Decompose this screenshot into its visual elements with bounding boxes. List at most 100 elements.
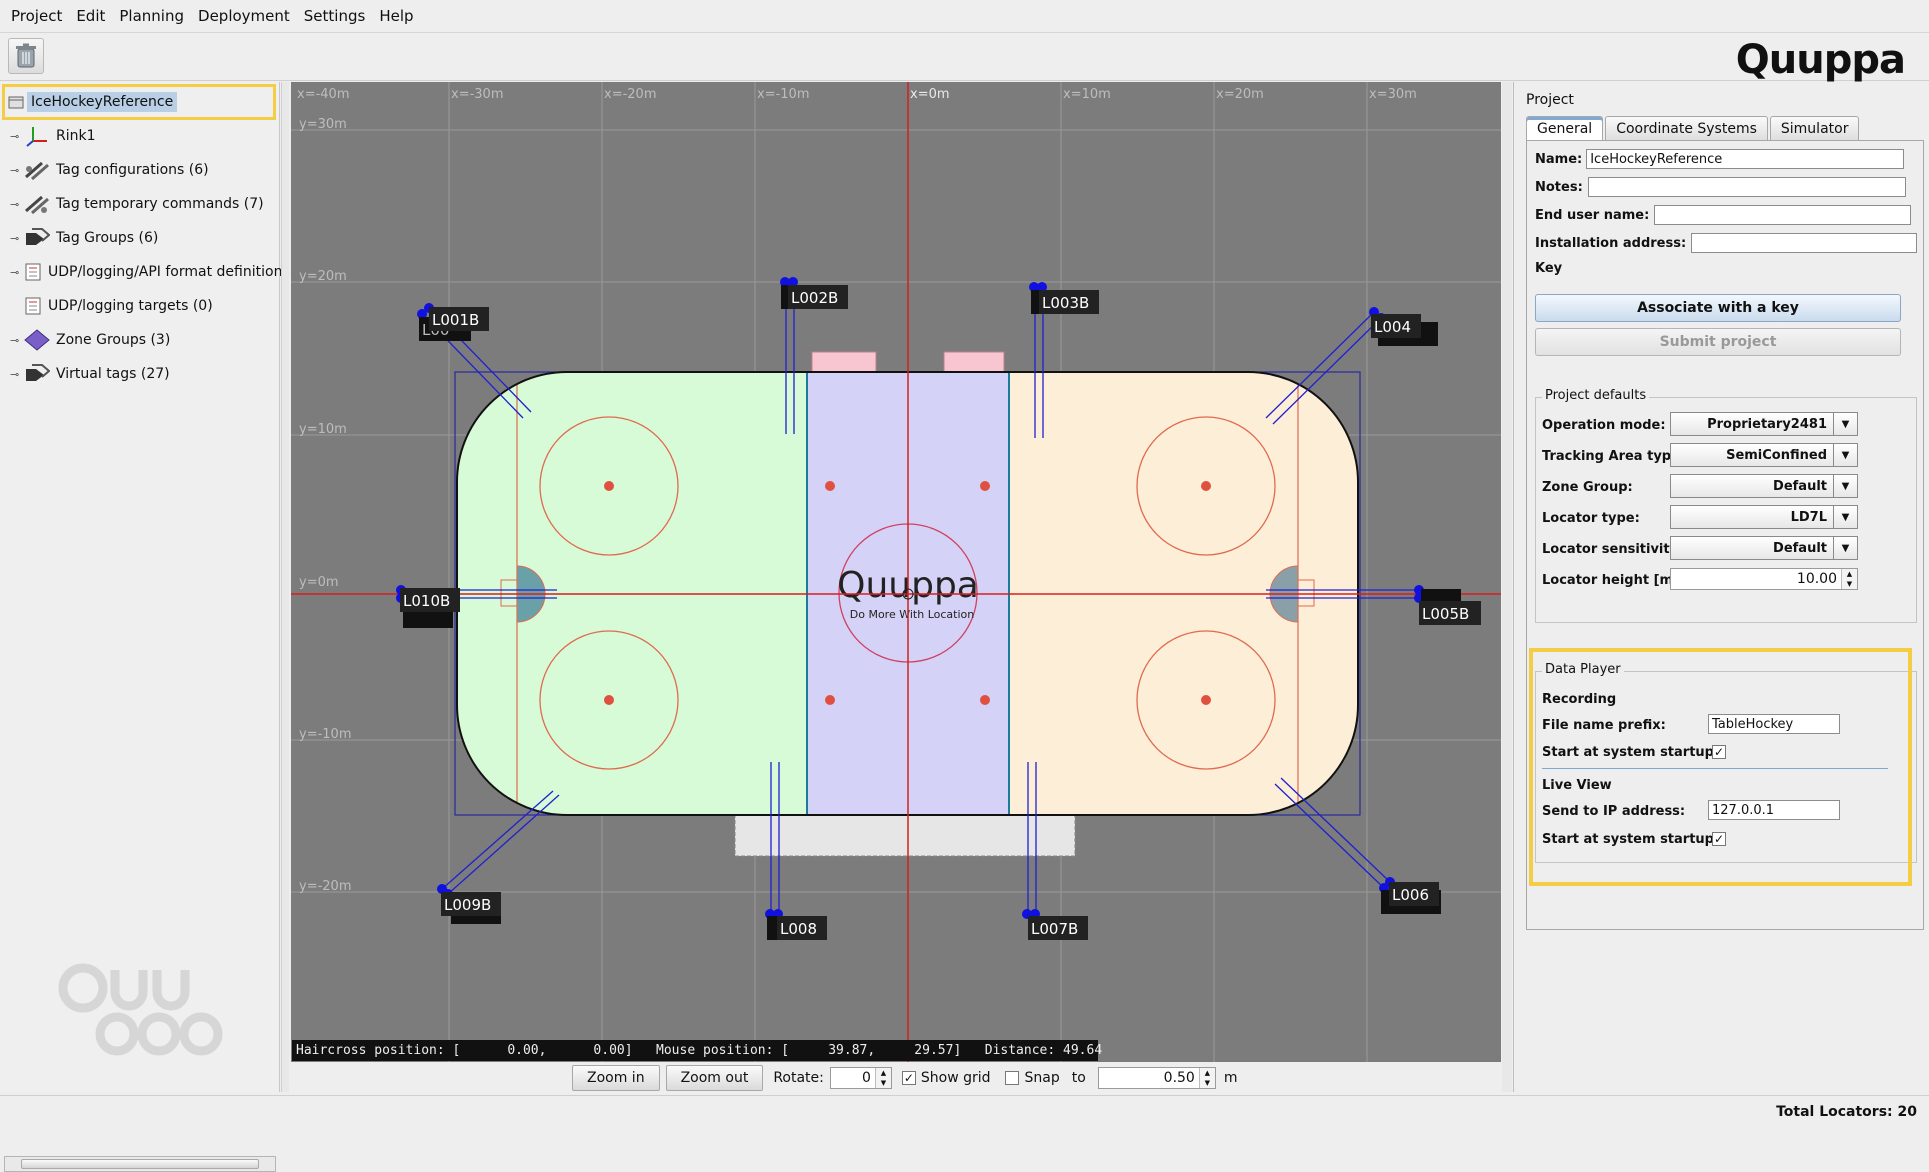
chevron-down-icon[interactable]: ▼	[1833, 444, 1857, 466]
zone-group-label: Zone Group:	[1542, 480, 1633, 495]
tree-item-label: Zone Groups (3)	[56, 332, 171, 348]
tree-item-tag-configurations[interactable]: ⊸ Tag configurations (6)	[10, 156, 209, 184]
tree-expand-icon[interactable]: ⊸	[10, 368, 24, 381]
tree-item-logging-targets[interactable]: UDP/logging targets (0)	[24, 292, 213, 320]
tab-coordinate-systems[interactable]: Coordinate Systems	[1605, 116, 1768, 140]
tree-item-tag-temporary-commands[interactable]: ⊸ Tag temporary commands (7)	[10, 190, 264, 218]
tree-item-tag-groups[interactable]: ⊸ Tag Groups (6)	[10, 224, 158, 252]
snap-checkbox[interactable]	[1004, 1071, 1019, 1085]
tree-item-label: Tag configurations (6)	[56, 162, 209, 178]
rink-map[interactable]: x=-40m x=-30m x=-20m x=-10m x=0m x=10m x…	[291, 82, 1501, 1062]
y-tick: y=-10m	[299, 727, 351, 742]
tree-root-label: IceHockeyReference	[27, 92, 178, 112]
notes-label: Notes:	[1535, 179, 1583, 195]
name-label: Name:	[1535, 151, 1583, 167]
tree-item-rink[interactable]: ⊸ Rink1	[10, 122, 96, 150]
right-splitter[interactable]	[1502, 82, 1512, 1092]
zone-group-select[interactable]: Default ▼	[1670, 474, 1858, 498]
locator-label[interactable]: L003B	[1042, 294, 1089, 312]
tree-item-label: Tag Groups (6)	[56, 230, 159, 246]
spinner-arrows-icon[interactable]: ▲ ▼	[874, 1068, 891, 1088]
tracking-area-label: Tracking Area type:	[1542, 449, 1686, 464]
left-splitter[interactable]	[281, 82, 289, 1092]
operation-mode-select[interactable]: Proprietary2481 ▼	[1670, 412, 1858, 436]
locator-sensitivity-select[interactable]: Default ▼	[1670, 536, 1858, 560]
locator-label[interactable]: L002B	[791, 289, 838, 307]
x-tick: x=30m	[1369, 87, 1417, 102]
scrollbar-thumb[interactable]	[21, 1159, 259, 1169]
y-tick: y=0m	[299, 575, 339, 590]
locator-type-select[interactable]: LD7L ▼	[1670, 505, 1858, 529]
tree-expand-icon[interactable]: ⊸	[10, 130, 24, 143]
x-tick: x=10m	[1063, 87, 1111, 102]
property-tabs: General Coordinate Systems Simulator	[1526, 116, 1861, 140]
menu-bar: Project Edit Planning Deployment Setting…	[0, 0, 1929, 33]
tree-expand-icon[interactable]: ⊸	[10, 334, 24, 347]
submit-project-button[interactable]: Submit project	[1535, 328, 1901, 356]
planning-canvas[interactable]: x=-40m x=-30m x=-20m x=-10m x=0m x=10m x…	[291, 82, 1501, 1062]
tree-expand-icon[interactable]: ⊸	[10, 266, 24, 279]
chevron-down-icon[interactable]: ▼	[1833, 413, 1857, 435]
locator-type-value: LD7L	[1790, 509, 1827, 525]
locator-height-spinner[interactable]: 10.00 ▲ ▼	[1670, 568, 1858, 590]
zoom-out-button[interactable]: Zoom out	[665, 1065, 764, 1091]
end-user-label: End user name:	[1535, 207, 1650, 223]
tree-horizontal-scrollbar[interactable]	[4, 1156, 276, 1172]
end-user-field[interactable]	[1654, 205, 1912, 225]
associate-key-button[interactable]: Associate with a key	[1535, 294, 1901, 322]
locator-label[interactable]: L009B	[444, 896, 491, 914]
rotate-label: Rotate:	[773, 1070, 824, 1086]
tab-general[interactable]: General	[1526, 116, 1604, 140]
tab-simulator[interactable]: Simulator	[1769, 116, 1860, 140]
locator-label[interactable]: L010B	[403, 592, 450, 610]
tree-item-format-definitions[interactable]: ⊸ UDP/logging/API format definitions (	[10, 258, 300, 286]
locator-label[interactable]: L007B	[1031, 920, 1078, 938]
tracking-area-select[interactable]: SemiConfined ▼	[1670, 443, 1858, 467]
x-tick: x=-10m	[757, 87, 809, 102]
tracking-area-value: SemiConfined	[1726, 447, 1827, 463]
tree-item-virtual-tags[interactable]: ⊸ Virtual tags (27)	[10, 360, 170, 388]
locator-label[interactable]: L001B	[432, 311, 479, 329]
notes-field[interactable]	[1587, 177, 1906, 197]
show-grid-checkbox[interactable]: ✓	[901, 1071, 916, 1085]
menu-project[interactable]: Project	[4, 7, 69, 25]
menu-planning[interactable]: Planning	[112, 7, 191, 25]
x-tick: x=0m	[910, 87, 950, 102]
axes-icon	[26, 127, 47, 147]
tree-item-label: UDP/logging/API format definitions (	[48, 264, 300, 280]
menu-help[interactable]: Help	[372, 7, 420, 25]
locator-height-label: Locator height [m]:	[1542, 573, 1685, 588]
delete-button[interactable]	[8, 38, 44, 74]
chevron-down-icon[interactable]: ▼	[1833, 537, 1857, 559]
x-tick: x=-20m	[604, 87, 656, 102]
name-field[interactable]: IceHockeyReference	[1586, 149, 1905, 169]
chevron-down-icon[interactable]: ▼	[1833, 506, 1857, 528]
menu-deployment[interactable]: Deployment	[191, 7, 297, 25]
total-locators: Total Locators: 20	[1776, 1104, 1917, 1120]
rotate-spinner[interactable]: 0 ▲ ▼	[829, 1067, 892, 1089]
tree-expand-icon[interactable]: ⊸	[10, 198, 24, 211]
y-tick: y=30m	[299, 117, 347, 132]
menu-edit[interactable]: Edit	[69, 7, 112, 25]
tree-item-zone-groups[interactable]: ⊸ Zone Groups (3)	[10, 326, 170, 354]
tree-expand-icon[interactable]: ⊸	[10, 164, 24, 177]
tree-expand-icon[interactable]: ⊸	[10, 232, 24, 245]
installation-field[interactable]	[1691, 233, 1918, 253]
tag-group-icon	[26, 228, 50, 245]
spinner-arrows-icon[interactable]: ▲ ▼	[1198, 1068, 1215, 1088]
spinner-arrows-icon[interactable]: ▲ ▼	[1841, 569, 1857, 589]
locator-label[interactable]: L008	[780, 920, 817, 938]
locator-label[interactable]: L004	[1374, 318, 1411, 336]
tree-item-label: Virtual tags (27)	[56, 366, 170, 382]
properties-panel: Project General Coordinate Systems Simul…	[1513, 82, 1929, 1092]
tree-root[interactable]: IceHockeyReference	[2, 84, 276, 120]
tag-command-icon	[25, 195, 49, 215]
locator-label[interactable]: L006	[1392, 886, 1429, 904]
chevron-down-icon[interactable]: ▼	[1833, 475, 1857, 497]
zone-group-value: Default	[1773, 478, 1827, 494]
menu-settings[interactable]: Settings	[297, 7, 373, 25]
zoom-in-button[interactable]: Zoom in	[572, 1065, 660, 1091]
snap-spinner[interactable]: 0.50 ▲ ▼	[1097, 1067, 1216, 1089]
project-defaults-group: Project defaults Operation mode: Proprie…	[1535, 388, 1917, 623]
locator-label[interactable]: L005B	[1422, 605, 1469, 623]
